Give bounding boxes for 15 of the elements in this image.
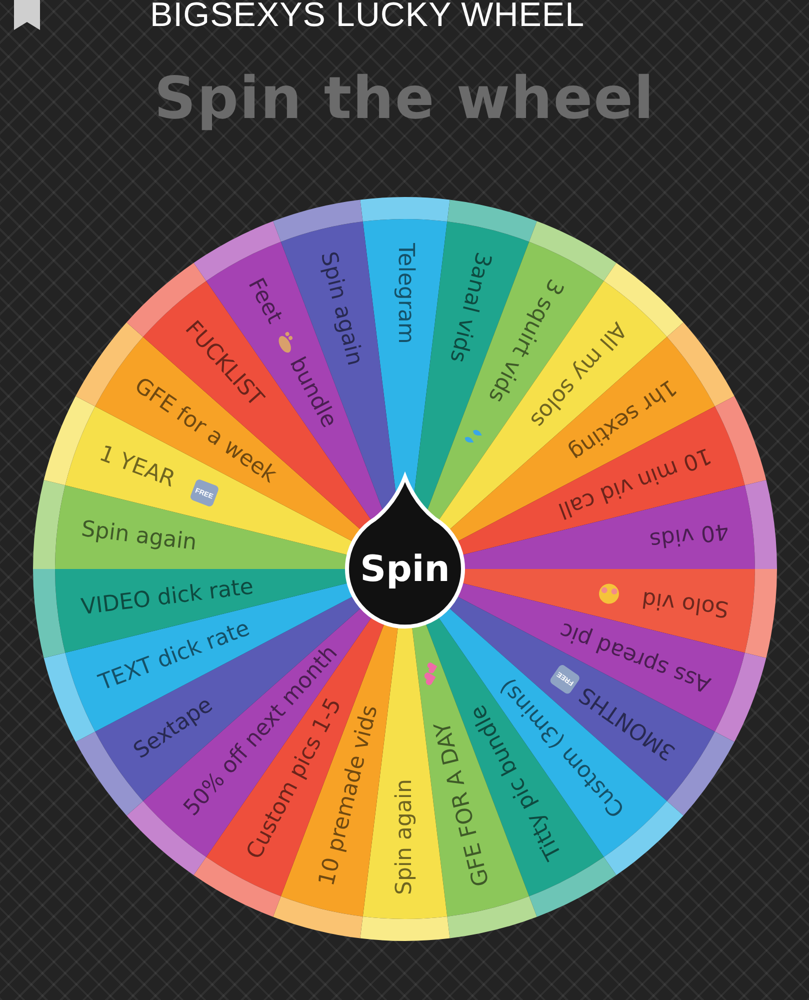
wheel-heading: Spin the wheel	[154, 64, 655, 132]
slice-label: Spin again	[392, 779, 417, 895]
page-title: BIGSEXYS LUCKY WHEEL	[150, 0, 585, 30]
slice-label: Spin again	[79, 516, 198, 556]
slice-label: 40 vids	[648, 518, 730, 552]
slice-label: 3anal vids	[444, 250, 496, 365]
slice-label: Solo vid	[640, 586, 730, 622]
slice-label: 1 YEAR	[95, 441, 178, 493]
foot-icon	[278, 332, 292, 353]
slice-label: Spin again	[314, 249, 367, 368]
hearts-icon	[424, 662, 437, 686]
slice-label: Telegram	[392, 243, 418, 344]
water-drops-icon	[464, 430, 482, 443]
blush-icon	[598, 584, 618, 604]
bookmark-icon[interactable]	[14, 0, 40, 30]
